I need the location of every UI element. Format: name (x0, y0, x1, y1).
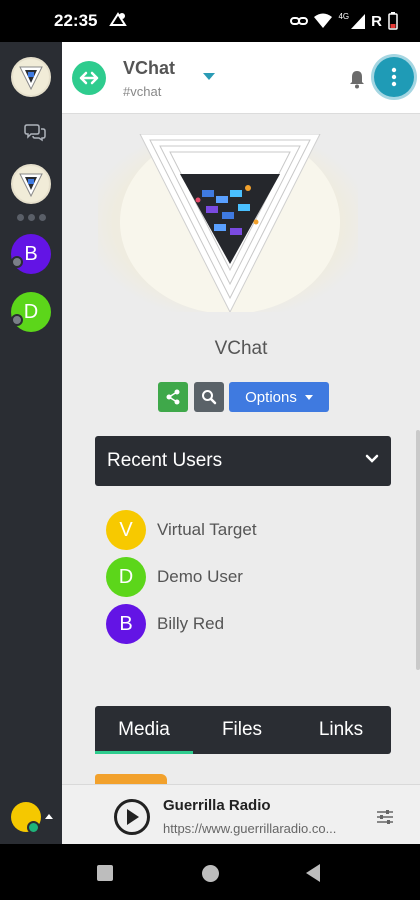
roaming-indicator: R (371, 12, 382, 30)
home-server-logo[interactable] (11, 57, 51, 97)
avatar-letter: B (119, 612, 133, 635)
notification-icon (108, 10, 128, 30)
channel-title[interactable]: VChat (123, 58, 175, 79)
scrollbar[interactable] (416, 430, 420, 670)
tab-links-label: Links (318, 719, 364, 740)
kebab-menu-icon (391, 67, 397, 87)
radio-title: Guerrilla Radio (163, 797, 271, 814)
network-type: 4G (338, 12, 350, 21)
avatar: B (106, 604, 146, 644)
user-name: Virtual Target (157, 520, 257, 539)
avatar: D (106, 557, 146, 597)
share-button[interactable] (158, 382, 188, 412)
radio-url[interactable]: https://www.guerrillaradio.co... (163, 821, 359, 836)
channel-handle: #vchat (123, 84, 162, 99)
options-dropdown-button[interactable]: Options (229, 382, 329, 412)
more-dots-icon (17, 214, 46, 221)
wifi-icon (314, 13, 333, 29)
battery-icon (388, 12, 398, 30)
recent-users-toggle[interactable]: Recent Users (95, 436, 391, 486)
server-vchat[interactable] (11, 164, 51, 204)
media-thumbnail[interactable] (95, 774, 167, 784)
recents-button[interactable] (97, 865, 113, 881)
list-item[interactable]: V Virtual Target (106, 510, 386, 550)
media-tabs: Media Files Links (95, 706, 391, 754)
user-menu-caret-icon[interactable] (45, 814, 53, 819)
channel-swap-icon[interactable] (72, 61, 106, 95)
tab-files-label: Files (221, 719, 263, 740)
tab-files[interactable]: Files (193, 706, 291, 754)
list-item[interactable]: D Demo User (106, 557, 386, 597)
user-online-status-dot (27, 821, 40, 834)
tab-media[interactable]: Media (95, 706, 193, 754)
back-button[interactable] (306, 864, 320, 882)
server-b-letter: B (24, 242, 38, 265)
avatar-letter: D (118, 565, 134, 588)
list-item[interactable]: B Billy Red (106, 604, 386, 644)
radio-player: Guerrilla Radio https://www.guerrillarad… (62, 784, 420, 844)
direct-messages-icon[interactable] (24, 122, 46, 142)
active-tab-indicator (95, 751, 193, 754)
status-time: 22:35 (54, 11, 98, 30)
avatar: V (106, 510, 146, 550)
play-button[interactable] (114, 799, 150, 835)
play-icon (127, 809, 139, 825)
recent-users-title: Recent Users (107, 450, 223, 471)
bell-icon[interactable] (348, 69, 366, 89)
user-name: Demo User (157, 567, 243, 586)
channel-name: VChat (214, 338, 268, 359)
share-icon (166, 389, 180, 405)
channel-banner-image (98, 134, 358, 312)
status-bar: 22:35 4G R (0, 0, 420, 42)
link-icon (290, 15, 309, 27)
tab-links[interactable]: Links (291, 706, 391, 754)
caret-down-icon (304, 394, 313, 400)
channel-dropdown-icon[interactable] (203, 73, 215, 80)
system-nav-bar (0, 844, 420, 900)
more-options-button[interactable] (374, 57, 414, 97)
server-sidebar: B D (0, 42, 62, 844)
channel-header: VChat #vchat (62, 42, 420, 114)
user-name: Billy Red (157, 614, 225, 633)
channel-info-panel: VChat #vchat VChat Options Recent Users … (62, 42, 420, 784)
chevron-down-icon (365, 454, 379, 463)
search-icon (202, 390, 217, 405)
avatar-letter: V (119, 518, 133, 541)
home-button[interactable] (202, 865, 219, 882)
equalizer-settings-icon[interactable] (376, 809, 394, 825)
options-label: Options (245, 388, 297, 406)
server-b[interactable]: B (11, 234, 51, 274)
server-d-status-dot (11, 314, 23, 326)
search-button[interactable] (194, 382, 224, 412)
server-d-letter: D (23, 300, 39, 323)
server-b-status-dot (11, 256, 23, 268)
server-d[interactable]: D (11, 292, 51, 332)
signal-icon (351, 13, 366, 29)
tab-media-label: Media (118, 719, 170, 740)
